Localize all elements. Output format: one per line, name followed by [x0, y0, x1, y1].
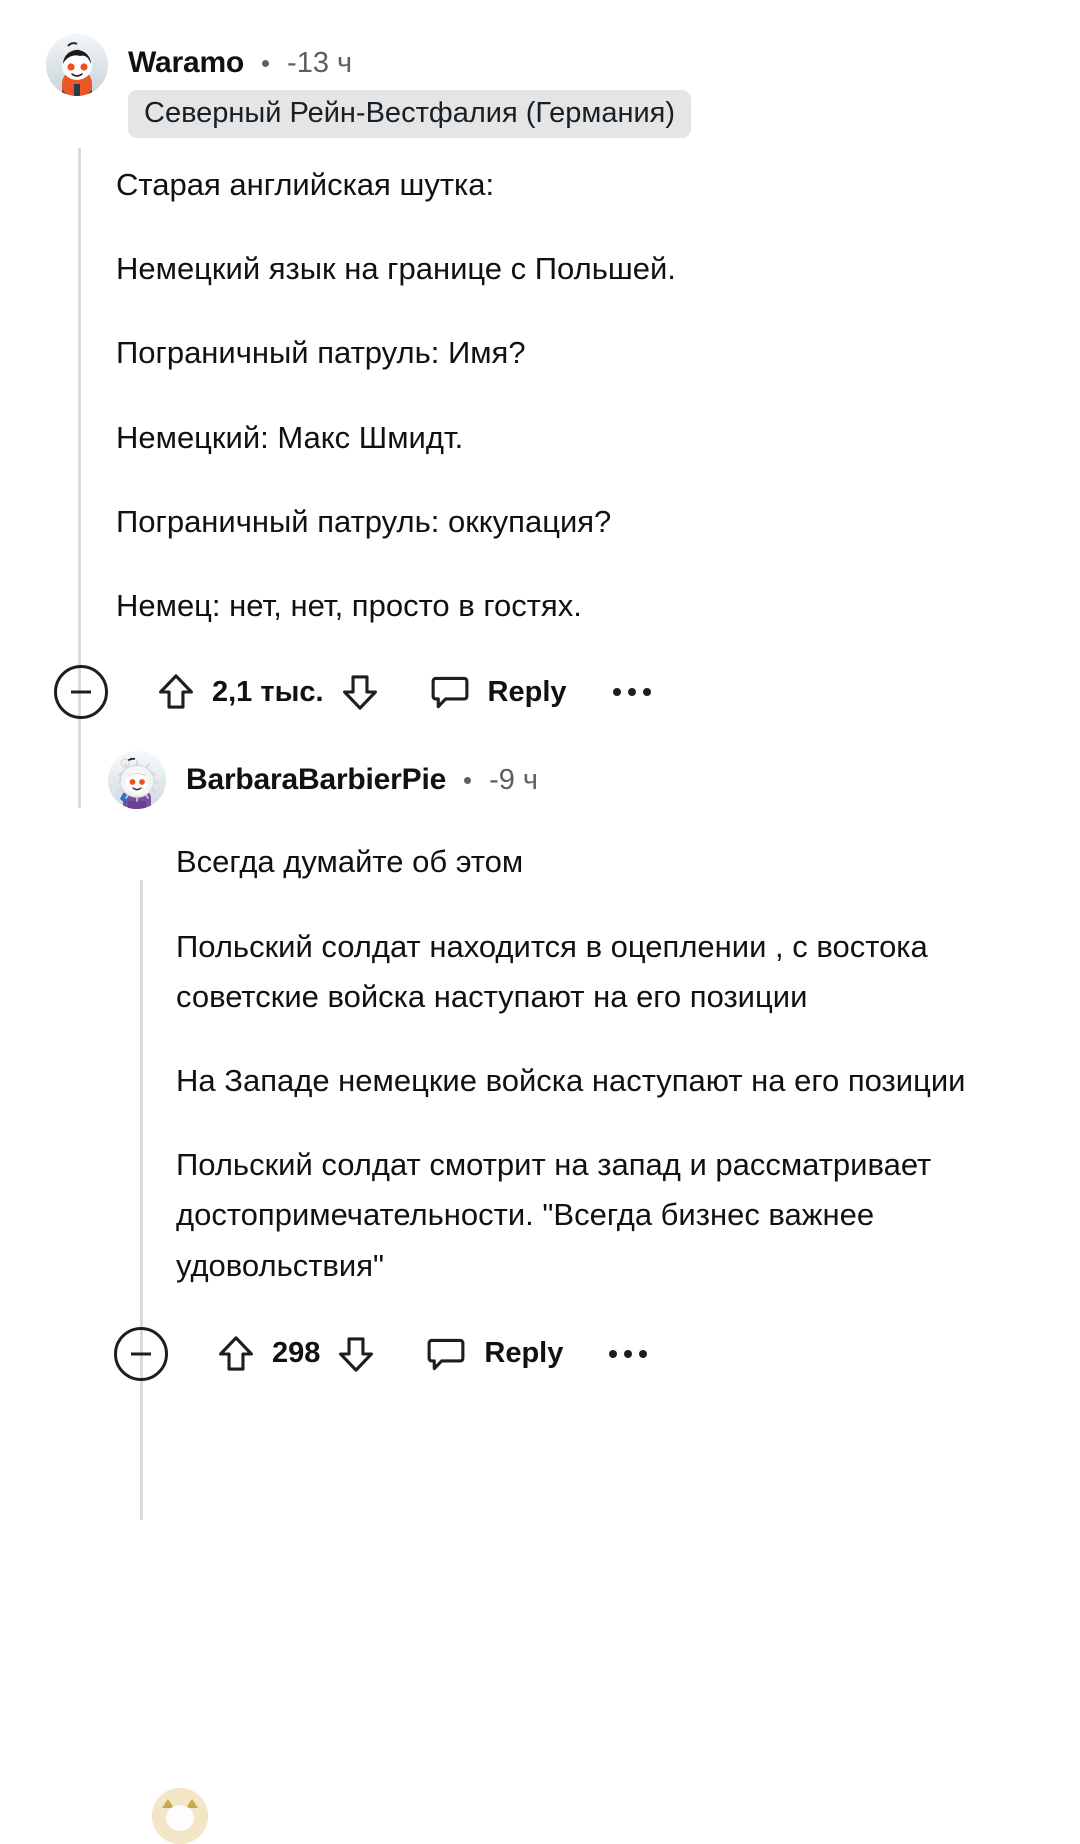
comment-author-line: BarbaraBarbierPie -9 ч	[186, 759, 538, 801]
comment-reply: BarbaraBarbierPie -9 ч Всегда думайте об…	[0, 751, 1080, 1391]
speech-bubble-icon	[424, 1332, 468, 1376]
reply-button[interactable]: Reply	[424, 1332, 563, 1376]
comment-header: Waramo -13 ч Северный Рейн-Вестфалия (Ге…	[46, 34, 1050, 138]
comment-age: -9 ч	[489, 763, 539, 796]
comment-paragraph: Немецкий: Макс Шмидт.	[116, 419, 464, 455]
comment-body: Старая английская шутка: Немецкий язык н…	[46, 138, 1050, 631]
comment-paragraph: Пограничный патруль: оккупация?	[116, 503, 612, 539]
snoo-avatar-eskimo[interactable]	[108, 751, 166, 810]
snoo-avatar-orange[interactable]	[46, 34, 108, 96]
more-options-icon[interactable]	[609, 1349, 648, 1358]
vote-controls: 298	[214, 1331, 378, 1377]
vote-controls: 2,1 тыс.	[154, 669, 382, 715]
comment-author[interactable]: Waramo	[128, 46, 244, 80]
downvote-arrow-icon[interactable]	[334, 1331, 378, 1377]
separator-dot	[262, 59, 270, 67]
author-flair-badge: Северный Рейн-Вестфалия (Германия)	[128, 90, 692, 138]
comment-paragraph: Немец: нет, нет, просто в гостях.	[116, 588, 582, 624]
comment-author-line: Waramo -13 ч	[128, 42, 691, 84]
speech-bubble-icon	[428, 670, 472, 714]
reply-label: Reply	[484, 1337, 564, 1370]
comment-author[interactable]: BarbaraBarbierPie	[186, 763, 446, 797]
comment-paragraph: Пограничный патруль: Имя?	[116, 335, 526, 371]
collapse-minus-icon[interactable]	[54, 665, 108, 720]
comment-paragraph: Старая английская шутка:	[116, 167, 495, 202]
upvote-arrow-icon[interactable]	[154, 669, 198, 715]
comment-header-text: BarbaraBarbierPie -9 ч	[186, 751, 538, 801]
next-comment-avatar-partial[interactable]	[152, 1788, 208, 1844]
comment-paragraph: На Западе немецкие войска наступают на е…	[176, 1062, 966, 1098]
comment-paragraph: Всегда думайте об этом	[176, 844, 524, 880]
vote-score: 2,1 тыс.	[212, 675, 324, 708]
comment-age: -13 ч	[287, 46, 353, 79]
comment-paragraph: Немецкий язык на границе с Польшей.	[116, 251, 676, 287]
collapse-minus-icon[interactable]	[114, 1326, 168, 1381]
upvote-arrow-icon[interactable]	[214, 1331, 258, 1377]
vote-score: 298	[272, 1337, 321, 1370]
comment-thread: Waramo -13 ч Северный Рейн-Вестфалия (Ге…	[0, 0, 1080, 1844]
comment-paragraph: Польский солдат находится в оцеплении , …	[176, 928, 928, 1014]
reply-button[interactable]: Reply	[428, 670, 567, 714]
comment-header-text: Waramo -13 ч Северный Рейн-Вестфалия (Ге…	[128, 34, 692, 138]
comment-body: Всегда думайте об этом Польский солдат н…	[108, 809, 1050, 1291]
comment-top: Waramo -13 ч Северный Рейн-Вестфалия (Ге…	[0, 34, 1080, 729]
comment-action-bar: 298 Reply	[108, 1317, 1050, 1391]
reply-label: Reply	[487, 675, 567, 708]
more-options-icon[interactable]	[612, 688, 651, 697]
separator-dot	[464, 776, 472, 784]
comment-header: BarbaraBarbierPie -9 ч	[108, 751, 1050, 810]
comment-action-bar: 2,1 тыс. Reply	[46, 655, 1050, 729]
comment-paragraph: Польский солдат смотрит на запад и рассм…	[176, 1147, 932, 1283]
downvote-arrow-icon[interactable]	[338, 669, 382, 715]
